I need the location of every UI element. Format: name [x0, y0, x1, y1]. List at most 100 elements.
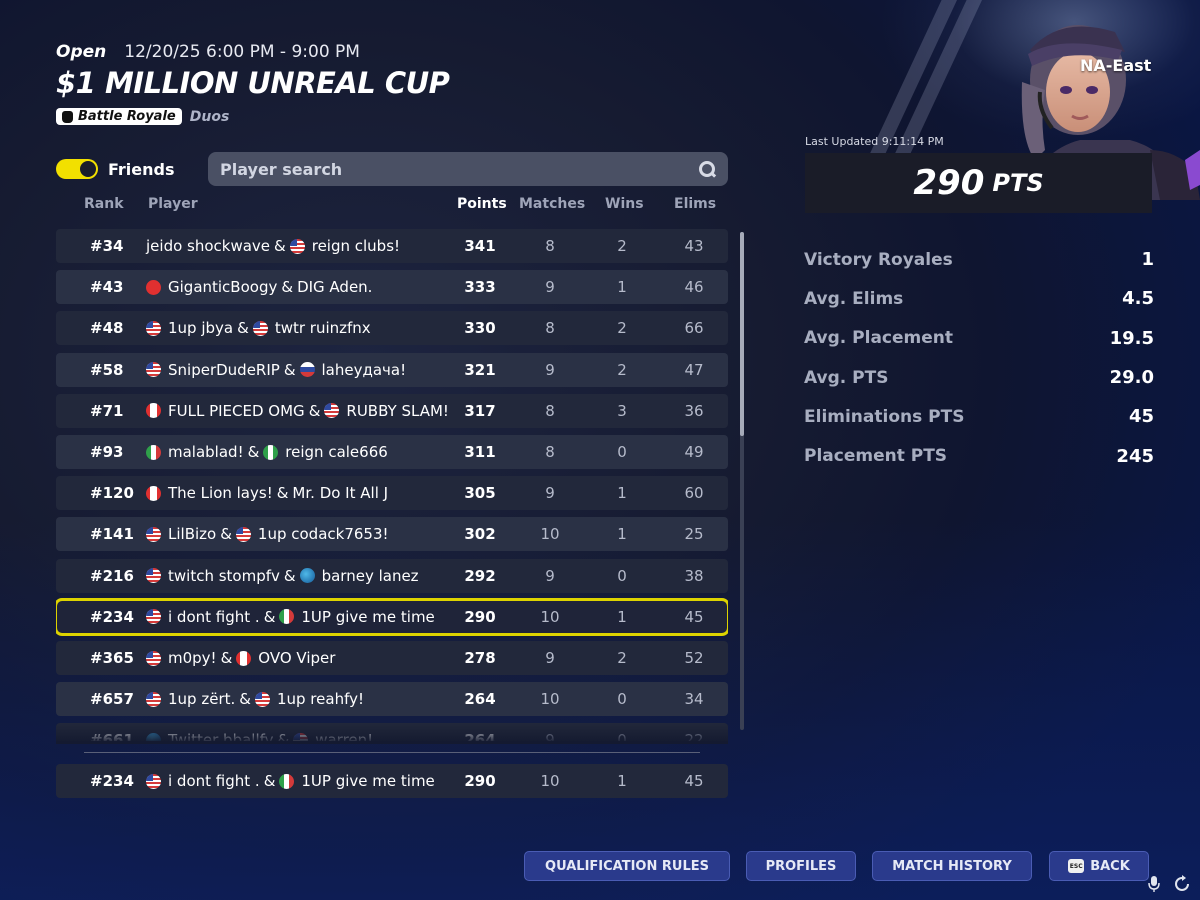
ampersand: & — [247, 443, 260, 461]
row-players: The Lion lays! & Mr. Do It All J — [146, 484, 388, 502]
refresh-icon[interactable] — [1172, 872, 1192, 896]
player-two: 1UP give me time — [301, 607, 435, 626]
row-elims: 49 — [684, 443, 704, 461]
last-updated: Last Updated 9:11:14 PM — [805, 135, 944, 148]
leaderboard-row[interactable]: #34 jeido shockwave & reign clubs! 341 8 2 43 — [56, 229, 728, 263]
flag-icon — [146, 485, 161, 501]
ampersand: & — [276, 484, 289, 503]
player-two: barney lanez — [321, 566, 419, 585]
row-matches: 8 — [545, 443, 555, 461]
row-points: 317 — [464, 401, 496, 420]
match-history-button[interactable]: MATCH HISTORY — [872, 851, 1032, 881]
player-two: 1up reahfy! — [276, 690, 364, 709]
row-points: 305 — [464, 484, 496, 503]
leaderboard-scrollbar[interactable] — [740, 232, 744, 730]
qualification-rules-button[interactable]: QUALIFICATION RULES — [524, 851, 730, 881]
scrollbar-thumb[interactable] — [740, 232, 744, 436]
flag-icon — [146, 773, 161, 789]
pinned-player-row[interactable]: #234 i dont fight . & 1UP give me time 2… — [56, 764, 728, 798]
stat-label: Eliminations PTS — [804, 406, 965, 427]
ampersand: & — [281, 278, 294, 297]
ampersand: & — [237, 319, 249, 338]
leaderboard-row[interactable]: #93 malablad! & reign cale666 311 8 0 49 — [56, 435, 728, 469]
event-status-line: Open 12/20/25 6:00 PM - 9:00 PM — [56, 42, 449, 62]
leaderboard-row[interactable]: #58 SniperDudeRIP & laheyдача! 321 9 2 47 — [56, 352, 728, 387]
row-points: 302 — [464, 525, 496, 544]
row-wins: 3 — [617, 401, 627, 420]
row-matches: 9 — [545, 278, 555, 297]
row-points: 290 — [464, 772, 496, 790]
header-rank: Rank — [84, 196, 124, 212]
row-matches: 10 — [540, 607, 560, 626]
row-elims: 45 — [684, 772, 704, 790]
ampersand: & — [263, 607, 276, 626]
leaderboard-row[interactable]: #657 1up zërt. & 1up reahfy! 264 10 0 34 — [56, 682, 728, 717]
player-search-input[interactable] — [220, 159, 698, 179]
flag-icon — [146, 568, 161, 584]
profiles-button[interactable]: PROFILES — [746, 851, 856, 881]
row-wins: 1 — [617, 525, 627, 544]
row-rank: #120 — [90, 484, 134, 503]
event-status: Open — [56, 42, 107, 62]
row-points: 311 — [464, 443, 496, 461]
row-wins: 1 — [617, 772, 627, 790]
row-matches: 9 — [545, 360, 555, 379]
stat-value: 45 — [1128, 406, 1154, 428]
event-mode-line: Battle Royale Duos — [56, 108, 449, 125]
row-players: i dont fight . & 1UP give me time — [146, 772, 435, 790]
row-players: m0py! & OVO Viper — [146, 649, 335, 667]
leaderboard-list[interactable]: #34 jeido shockwave & reign clubs! 341 8 2 43 #4… — [56, 229, 728, 741]
event-datetime: 12/20/25 6:00 PM - 9:00 PM — [124, 42, 360, 62]
esc-key-icon: ESC — [1068, 859, 1085, 873]
player-two: reign cale666 — [285, 443, 388, 461]
stat-label: Victory Royales — [804, 249, 953, 270]
friends-label: Friends — [108, 159, 175, 179]
row-elims: 43 — [684, 237, 704, 255]
leaderboard-row[interactable]: #120 The Lion lays! & Mr. Do It All J 305 9 1 6… — [56, 476, 728, 511]
row-wins: 1 — [617, 484, 627, 503]
leaderboard-row[interactable]: #216 twitch stompfv & barney lanez 292 9 0 38 — [56, 558, 728, 593]
row-elims: 25 — [684, 525, 704, 544]
ampersand: & — [283, 360, 296, 379]
flag-icon — [279, 609, 295, 625]
leaderboard-row[interactable]: #71 FULL PIECED OMG & RUBBY SLAM! 317 8 3 36 — [56, 393, 728, 428]
event-header: Open 12/20/25 6:00 PM - 9:00 PM $1 MILLI… — [56, 42, 450, 125]
back-label: BACK — [1090, 858, 1130, 874]
leaderboard-row[interactable]: #48 1up jbya & twtr ruinzfnx 330 8 2 66 — [56, 311, 728, 346]
flag-icon — [236, 650, 252, 666]
flag-icon — [146, 609, 161, 625]
microphone-icon[interactable] — [1144, 872, 1164, 896]
row-elims: 46 — [684, 278, 704, 297]
leaderboard-row[interactable]: #365 m0py! & OVO Viper 278 9 2 52 — [56, 641, 728, 675]
row-players: 1up jbya & twtr ruinzfnx — [146, 319, 371, 337]
flag-icon — [299, 362, 315, 378]
stat-label: Avg. Placement — [804, 328, 954, 349]
player-two: twtr ruinzfnx — [274, 319, 371, 338]
leaderboard-row[interactable]: #141 LilBizo & 1up codack7653! 302 10 1 25 — [56, 517, 728, 552]
region-label: NA-East — [1080, 56, 1152, 75]
row-matches: 8 — [545, 237, 555, 255]
player-two: laheyдача! — [321, 360, 407, 379]
header-wins: Wins — [605, 196, 644, 212]
row-matches: 8 — [545, 401, 555, 420]
back-button[interactable]: ESC BACK — [1049, 851, 1149, 881]
search-icon[interactable] — [698, 160, 716, 178]
ampersand: & — [220, 525, 232, 544]
leaderboard-row-current-player[interactable]: #234 i dont fight . & 1UP give me time 290 10… — [56, 597, 728, 636]
row-points: 330 — [464, 319, 496, 338]
stat-value: 245 — [1116, 445, 1154, 467]
row-points: 333 — [464, 278, 496, 297]
team-size-label: Duos — [189, 108, 230, 125]
row-matches: 9 — [545, 566, 555, 585]
stat-avg-pts: Avg. PTS 29.0 — [804, 358, 1154, 397]
flag-icon — [254, 691, 270, 707]
player-one: malablad! — [168, 443, 244, 461]
flag-icon — [324, 403, 340, 419]
friends-toggle[interactable] — [56, 159, 98, 179]
leaderboard-row[interactable]: #43 GiganticBoogy & DIG Aden. 333 9 1 46 — [56, 270, 728, 305]
header-elims: Elims — [674, 196, 717, 212]
row-elims: 60 — [684, 484, 704, 503]
money-bag-icon — [62, 110, 73, 123]
player-search-box[interactable] — [208, 152, 728, 186]
ampersand: & — [239, 690, 251, 709]
